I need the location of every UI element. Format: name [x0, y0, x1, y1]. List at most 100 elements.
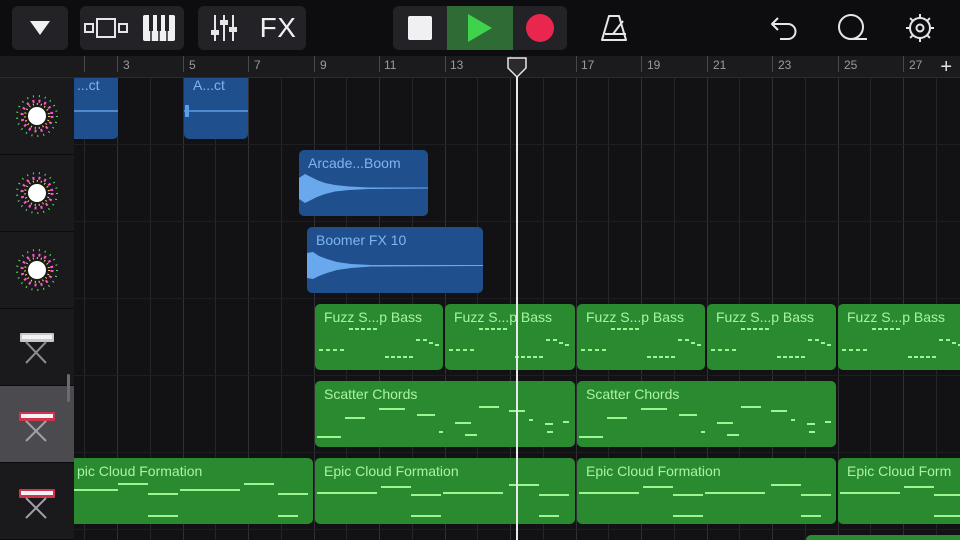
- region-label: Scatter Chords: [324, 386, 418, 402]
- undo-button[interactable]: [762, 6, 806, 50]
- record-button[interactable]: [513, 6, 567, 50]
- view-group: [80, 6, 184, 50]
- view-toggle-icon: [84, 18, 128, 38]
- transport-group: [393, 6, 567, 50]
- loop-browser-button[interactable]: [830, 6, 874, 50]
- red-keyboard-icon: [19, 489, 55, 519]
- midi-region[interactable]: Fuzz S...p Bass: [577, 304, 705, 370]
- track-header-synth[interactable]: [0, 309, 74, 386]
- view-toggle-button[interactable]: [80, 6, 134, 50]
- keyboard-button[interactable]: [134, 6, 184, 50]
- ruler-tick: [838, 56, 839, 72]
- audio-region[interactable]: Boomer FX 10: [307, 227, 483, 293]
- sparkle-icon: [16, 95, 58, 137]
- mixer-button[interactable]: [198, 6, 250, 50]
- region-label: Boomer FX 10: [316, 232, 407, 248]
- record-icon: [526, 14, 554, 42]
- track-header-red-keyboard-2[interactable]: [0, 463, 74, 540]
- ruler-tick: [772, 56, 773, 72]
- midi-region[interactable]: Scatter Chords: [577, 381, 836, 447]
- ruler-bar-number: 23: [778, 58, 792, 72]
- ruler-tick: [314, 56, 315, 72]
- garageband-tracks-view: FX 3 5 7 9 11 13 17 19 21 23 25 27 + ...…: [0, 0, 960, 540]
- ruler-bar-number: 13: [450, 58, 464, 72]
- stop-icon: [408, 16, 432, 40]
- metronome-icon: [601, 15, 627, 41]
- region-label: Epic Cloud Form: [847, 463, 952, 479]
- ruler-bar-number: 21: [713, 58, 727, 72]
- ruler-tick: [183, 56, 184, 72]
- region-label: Fuzz S...p Bass: [847, 309, 946, 325]
- region-label: Fuzz S...p Bass: [716, 309, 815, 325]
- loop-icon: [838, 14, 867, 40]
- ruler-tick: [576, 56, 577, 72]
- ruler-bar-number: 7: [254, 58, 261, 72]
- audio-region[interactable]: Arcade...Boom: [299, 150, 428, 216]
- track-header-red-keyboard[interactable]: [0, 386, 74, 463]
- play-icon: [468, 14, 492, 42]
- midi-region[interactable]: Epic Cloud Form: [838, 458, 960, 524]
- region-label: A...ct: [193, 78, 225, 93]
- ruler-bar-number: 27: [909, 58, 923, 72]
- region-label: Epic Cloud Formation: [324, 463, 459, 479]
- my-songs-button[interactable]: [12, 6, 68, 50]
- region-label: Fuzz S...p Bass: [324, 309, 423, 325]
- ruler-bar-number: 5: [189, 58, 196, 72]
- stop-button[interactable]: [393, 6, 447, 50]
- ruler-corner: [0, 56, 74, 78]
- metronome-button[interactable]: [592, 6, 636, 50]
- audio-region[interactable]: A...ct: [184, 78, 248, 139]
- midi-region[interactable]: Scatter Chords: [315, 381, 575, 447]
- ruler-tick: [445, 56, 446, 72]
- midi-region[interactable]: Fuzz S...p Bass: [445, 304, 575, 370]
- ruler-tick: [379, 56, 380, 72]
- track-header-fx-1[interactable]: [0, 78, 74, 155]
- playhead-line: [516, 66, 518, 540]
- browser-menu-group: [12, 6, 68, 50]
- add-track-button[interactable]: +: [940, 56, 952, 78]
- track-header-fx-2[interactable]: [0, 155, 74, 232]
- region-label: Scatter Chords: [586, 386, 680, 402]
- ruler-tick: [707, 56, 708, 72]
- ruler-bar-number: 9: [320, 58, 327, 72]
- ruler-tick: [117, 56, 118, 72]
- region-label: Arcade...Boom: [308, 155, 401, 171]
- midi-region[interactable]: [806, 535, 960, 540]
- audio-region[interactable]: ...ct: [74, 78, 118, 139]
- midi-region[interactable]: Epic Cloud Formation: [315, 458, 575, 524]
- chevron-down-icon: [30, 21, 50, 35]
- midi-region[interactable]: Fuzz S...p Bass: [838, 304, 960, 370]
- track-header-fx-3[interactable]: [0, 232, 74, 309]
- midi-region[interactable]: Fuzz S...p Bass: [315, 304, 443, 370]
- midi-region[interactable]: Fuzz S...p Bass: [707, 304, 836, 370]
- undo-icon: [771, 17, 797, 40]
- ruler-tick: [248, 56, 249, 72]
- ruler-bar-number: 17: [581, 58, 595, 72]
- track-headers: [0, 78, 74, 540]
- ruler-tick: [84, 56, 85, 72]
- fx-button[interactable]: FX: [250, 6, 306, 50]
- sparkle-icon: [16, 172, 58, 214]
- ruler-tick: [641, 56, 642, 72]
- ruler-bar-number: 11: [384, 58, 397, 72]
- settings-button[interactable]: [898, 6, 942, 50]
- region-label: Epic Cloud Formation: [586, 463, 721, 479]
- ruler-tick: [903, 56, 904, 72]
- region-label: Fuzz S...p Bass: [586, 309, 685, 325]
- synth-keyboard-icon: [20, 333, 54, 364]
- toolbar: FX: [0, 0, 960, 56]
- fx-label: FX: [259, 12, 297, 43]
- region-label: Fuzz S...p Bass: [454, 309, 553, 325]
- keyboard-icon: [143, 15, 175, 41]
- red-keyboard-icon: [19, 412, 55, 442]
- midi-region[interactable]: pic Cloud Formation: [74, 458, 313, 524]
- region-label: pic Cloud Formation: [77, 463, 203, 479]
- ruler-bar-number: 3: [123, 58, 130, 72]
- ruler-bar-number: 19: [647, 58, 661, 72]
- play-button[interactable]: [447, 6, 513, 50]
- playhead-handle[interactable]: [507, 57, 527, 79]
- mix-group: FX: [198, 6, 306, 50]
- track-scroll-handle[interactable]: [67, 374, 70, 402]
- region-label: ...ct: [77, 78, 100, 93]
- midi-region[interactable]: Epic Cloud Formation: [577, 458, 836, 524]
